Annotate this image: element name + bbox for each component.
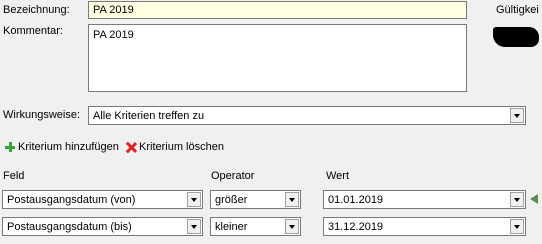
delete-criterion-button[interactable]: Kriterium löschen [125,141,224,153]
chevron-down-icon [289,224,295,229]
add-criterion-button[interactable]: Kriterium hinzufügen [5,141,119,153]
column-header-wert: Wert [326,170,350,182]
column-header-operator: Operator [211,170,255,182]
delete-criterion-label: Kriterium löschen [139,141,224,153]
row-2-wert-value: 31.12.2019 [328,221,384,233]
row-2-feld-select[interactable]: Postausgangsdatum (bis) [2,217,203,236]
kommentar-label: Kommentar: [3,25,63,37]
wirkungsweise-value: Alle Kriterien treffen zu [93,110,205,122]
add-criterion-label: Kriterium hinzufügen [18,141,119,153]
row-1-feld-value: Postausgangsdatum (von) [7,194,136,206]
chevron-down-icon [191,197,197,202]
bezeichnung-input[interactable]: PA 2019 [88,1,467,19]
wirkungsweise-select[interactable]: Alle Kriterien treffen zu [88,106,526,125]
kommentar-textarea[interactable]: PA 2019 [88,24,467,92]
column-header-feld: Feld [3,170,25,182]
row-1-wert-value: 01.01.2019 [328,194,384,206]
wirkungsweise-label: Wirkungsweise: [3,109,81,121]
row-2-operator-value: kleiner [215,221,248,233]
row-2-operator-select[interactable]: kleiner [210,217,301,236]
row-2-wert-dropdown-button[interactable] [510,219,524,234]
row-2-feld-value: Postausgangsdatum (bis) [7,221,132,233]
chevron-down-icon [289,197,295,202]
kommentar-value: PA 2019 [93,29,134,41]
bezeichnung-value: PA 2019 [93,4,134,16]
chevron-down-icon [191,224,197,229]
row-2-wert-select[interactable]: 31.12.2019 [323,217,526,236]
wirkungsweise-dropdown-button[interactable] [510,108,524,123]
row-1-operator-value: größer [215,194,248,206]
row-2-operator-dropdown-button[interactable] [285,219,299,234]
plus-icon [5,142,15,152]
row-1-feld-select[interactable]: Postausgangsdatum (von) [2,190,203,209]
row-1-wert-select[interactable]: 01.01.2019 [323,190,526,209]
row-1-operator-dropdown-button[interactable] [285,192,299,207]
gueltigkeit-control[interactable] [493,27,539,47]
row-1-wert-dropdown-button[interactable] [510,192,524,207]
gueltigkeit-label: Gültigkei [496,4,539,16]
row-marker-icon [530,194,538,204]
delete-x-icon [125,142,136,153]
chevron-down-icon [514,113,520,118]
bezeichnung-label: Bezeichnung: [3,4,70,16]
chevron-down-icon [514,224,520,229]
chevron-down-icon [514,197,520,202]
row-2-feld-dropdown-button[interactable] [187,219,201,234]
row-1-feld-dropdown-button[interactable] [187,192,201,207]
row-1-operator-select[interactable]: größer [210,190,301,209]
